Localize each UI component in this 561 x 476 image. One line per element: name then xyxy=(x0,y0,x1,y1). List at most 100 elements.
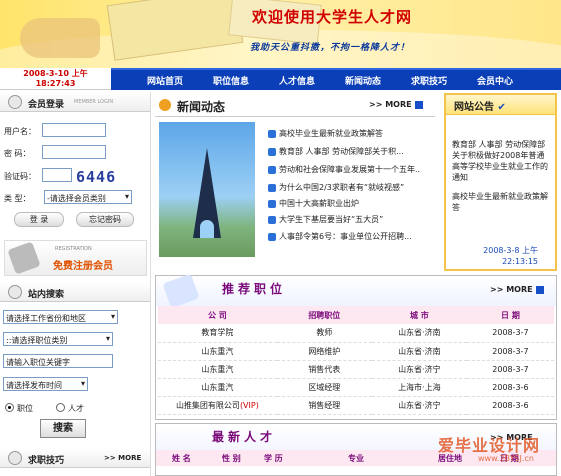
more-arrow-icon xyxy=(414,100,423,109)
login-button[interactable]: 登 录 xyxy=(14,212,64,227)
nav-home[interactable]: 网站首页 xyxy=(147,74,183,87)
current-time: 18:27:43 xyxy=(35,79,76,88)
nav-talents[interactable]: 人才信息 xyxy=(279,74,315,87)
current-date: 2008-3-10 上午 xyxy=(23,69,88,78)
news-bullet-icon xyxy=(268,215,276,224)
register-banner[interactable]: REGISTRATION 免费注册会员 xyxy=(4,240,147,276)
captcha-label: 验证码： xyxy=(4,172,36,181)
tips-more-link[interactable]: >> MORE xyxy=(104,454,141,462)
notice-datetime: 2008-3-8 上午 22:13:15 xyxy=(468,245,538,267)
register-banner-en: REGISTRATION xyxy=(55,246,92,252)
nav-jobs[interactable]: 职位信息 xyxy=(213,74,249,87)
date-cell: 2008-3-7 xyxy=(466,360,554,379)
company-cell[interactable]: 山东重汽 xyxy=(158,378,277,397)
table-row[interactable]: 山东重汽 区域经理 上海市·上海 2008-3-6 xyxy=(158,378,554,397)
search-button[interactable]: 搜索 xyxy=(40,419,86,438)
site-slogan: 我助天公重抖擞，不拘一格降人才！ xyxy=(250,43,411,53)
nav-member-center[interactable]: 会员中心 xyxy=(477,74,513,87)
magnifier-icon xyxy=(8,285,22,299)
table-row[interactable]: 教育学院 教师 山东省·济南 2008-3-7 xyxy=(158,324,554,343)
city-cell: 山东省·济宁 xyxy=(371,396,467,415)
radio-talent-label: 人才 xyxy=(68,404,84,413)
login-title: 会员登录 xyxy=(28,100,65,110)
nav-tips[interactable]: 求职技巧 xyxy=(411,74,447,87)
position-cell[interactable]: 区域经理 xyxy=(276,378,372,397)
recommended-jobs-panel: 推荐职位 >> MORE 公 司 招聘职位 城 市 日 期 教育学院 教师 山东… xyxy=(155,273,557,420)
jobs-table-header: 公 司 招聘职位 城 市 日 期 xyxy=(158,306,554,324)
city-cell: 山东省·济南 xyxy=(371,342,467,361)
search-header: 站内搜索 xyxy=(0,282,150,302)
table-row[interactable]: 山东重汽 网络维护 山东省·济南 2008-3-7 xyxy=(158,342,554,361)
news-item[interactable]: 高校毕业生最新就业政策解答 xyxy=(268,128,420,139)
publish-time-select[interactable]: 请选择发布时间 xyxy=(3,377,88,391)
notice-item[interactable]: 高校毕业生最新就业政策解答 xyxy=(452,191,552,213)
news-item[interactable]: 教育部 人事部 劳动保障部关于积... xyxy=(268,146,420,157)
forgot-password-label: 忘记密码 xyxy=(89,215,121,224)
news-more-link[interactable]: >> MORE xyxy=(369,100,423,109)
news-item[interactable]: 人事部令第6号：事业单位公开招聘... xyxy=(268,231,420,242)
left-sidebar: 会员登录 MEMBER LOGIN 用户名： 密 码： 验证码： 6446 类 … xyxy=(0,92,151,476)
company-name: 山东重汽 xyxy=(201,364,234,374)
news-photo[interactable] xyxy=(159,122,255,257)
watermark-text: 爱毕业设计网 xyxy=(438,436,541,455)
news-item[interactable]: 中国十大高薪职业出炉 xyxy=(268,198,420,209)
watermark-url: www.2BYSJ.cn xyxy=(478,454,534,463)
table-row[interactable]: 山推集团有限公司(VIP) 销售经理 山东省·济宁 2008-3-6 xyxy=(158,396,554,415)
password-input[interactable] xyxy=(42,145,106,159)
notice-title: 网站公告 xyxy=(454,102,494,113)
jobs-header: 推荐职位 >> MORE xyxy=(156,273,556,309)
table-row[interactable]: 山东重汽 销售代表 山东省·济宁 2008-3-7 xyxy=(158,360,554,379)
username-label: 用户名： xyxy=(4,127,36,136)
news-header: 新闻动态 >> MORE xyxy=(155,93,435,117)
city-cell: 山东省·济南 xyxy=(371,324,467,343)
news-item-title: 劳动和社会保障事业发展第十一个五年... xyxy=(279,165,420,174)
radio-job-label: 职位 xyxy=(17,404,33,413)
news-item[interactable]: 为什么中国2/3求职者有“就岐视感” xyxy=(268,182,420,193)
login-subtitle: MEMBER LOGIN xyxy=(74,99,114,105)
notice-date: 2008-3-8 上午 xyxy=(483,246,538,255)
col-gender: 性 别 xyxy=(222,454,241,463)
company-cell[interactable]: 山推集团有限公司(VIP) xyxy=(158,396,277,415)
jobs-more-label: >> MORE xyxy=(490,285,533,294)
notice-item[interactable]: 教育部 人事部 劳动保障部关于积极做好2008年普通高等学校毕业生就业工作的通知 xyxy=(452,139,552,183)
position-cell[interactable]: 销售经理 xyxy=(276,396,372,415)
position-cell[interactable]: 销售代表 xyxy=(276,360,372,379)
keyword-input[interactable]: 请输入职位关键字 xyxy=(3,354,113,368)
company-cell[interactable]: 教育学院 xyxy=(158,324,277,343)
news-bullet-icon xyxy=(268,147,276,156)
city-cell: 山东省·济宁 xyxy=(371,360,467,379)
member-type-select[interactable]: -请选择会员类别 xyxy=(44,190,132,204)
city-cell: 上海市·上海 xyxy=(371,378,467,397)
news-item-title: 中国十大高薪职业出炉 xyxy=(279,199,359,208)
position-cell[interactable]: 网络维护 xyxy=(276,342,372,361)
news-more-label: >> MORE xyxy=(369,100,412,109)
col-city: 城 市 xyxy=(371,306,467,324)
tower-arch xyxy=(200,220,214,238)
news-bullet-icon xyxy=(268,165,276,174)
radio-talent[interactable] xyxy=(56,403,65,412)
login-button-label: 登 录 xyxy=(29,215,49,224)
province-select[interactable]: 请选择工作省份和地区 xyxy=(3,310,118,324)
news-bullet-icon xyxy=(268,199,276,208)
register-banner-cn: 免费注册会员 xyxy=(53,261,113,272)
radio-job[interactable] xyxy=(5,403,14,412)
captcha-input[interactable] xyxy=(42,168,72,182)
nav-news[interactable]: 新闻动态 xyxy=(345,74,381,87)
col-education: 学 历 xyxy=(264,454,283,463)
jobs-more-link[interactable]: >> MORE xyxy=(490,285,544,294)
jobs-table: 公 司 招聘职位 城 市 日 期 教育学院 教师 山东省·济南 2008-3-7… xyxy=(158,306,554,415)
username-input[interactable] xyxy=(42,123,106,137)
company-cell[interactable]: 山东重汽 xyxy=(158,360,277,379)
news-item-title: 大学生下基层要当好“五大员” xyxy=(279,215,384,224)
forgot-password-button[interactable]: 忘记密码 xyxy=(76,212,134,227)
company-cell[interactable]: 山东重汽 xyxy=(158,342,277,361)
main-nav: 网站首页 职位信息 人才信息 新闻动态 求职技巧 会员中心 xyxy=(111,68,561,90)
news-item-title: 教育部 人事部 劳动保障部关于积... xyxy=(279,147,404,156)
news-item[interactable]: 大学生下基层要当好“五大员” xyxy=(268,214,420,225)
header-banner: 欢迎使用大学生人才网 我助天公重抖擞，不拘一格降人才！ xyxy=(0,0,561,68)
date-cell: 2008-3-7 xyxy=(466,324,554,343)
news-item[interactable]: 劳动和社会保障事业发展第十一个五年... xyxy=(268,164,420,175)
position-cell[interactable]: 教师 xyxy=(276,324,372,343)
company-name: 教育学院 xyxy=(201,328,234,338)
category-select[interactable]: ::请选择职位类别 xyxy=(3,332,113,346)
